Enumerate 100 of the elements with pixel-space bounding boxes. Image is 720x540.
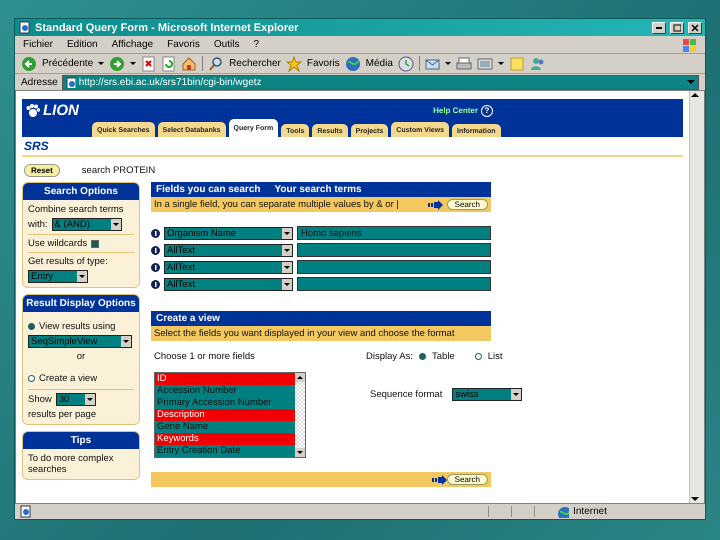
- dropdown-arrow-icon: [282, 246, 291, 254]
- back-icon[interactable]: [21, 56, 37, 72]
- list-option[interactable]: ID: [155, 373, 295, 385]
- radio-button[interactable]: [28, 323, 35, 330]
- scroll-down-icon[interactable]: [295, 448, 305, 457]
- hint-text: Select the fields you want displayed in your view and choose the format: [154, 328, 454, 339]
- close-icon: [691, 24, 699, 32]
- site-logo: LION: [43, 102, 79, 119]
- search-term-field[interactable]: [296, 260, 491, 274]
- caret-icon[interactable]: [130, 61, 136, 66]
- search-label: search PROTEIN: [82, 165, 156, 176]
- star-icon[interactable]: [286, 56, 302, 72]
- field-select[interactable]: AllText: [164, 244, 293, 256]
- favorites-button[interactable]: Favoris: [306, 58, 340, 69]
- caret-icon[interactable]: [98, 61, 104, 66]
- field-select[interactable]: AllText: [164, 278, 293, 290]
- address-field[interactable]: http://srs.ebi.ac.uk/srs71bin/cgi-bin/wgetz: [62, 74, 699, 90]
- scrollbar[interactable]: [689, 91, 704, 503]
- history-icon[interactable]: [398, 56, 414, 72]
- radio-label: Table: [432, 351, 455, 362]
- result-type-label: Get results of type:: [28, 256, 109, 267]
- list-option[interactable]: Primary Accession Number: [155, 397, 295, 409]
- page-icon: [64, 76, 76, 88]
- search-term-field[interactable]: [296, 243, 491, 257]
- refresh-icon[interactable]: [161, 56, 176, 72]
- view-select[interactable]: SeqSimpleView: [28, 335, 132, 348]
- back-button[interactable]: Précédente: [42, 58, 94, 69]
- header-label: Fields you can search: [156, 184, 260, 195]
- radio-label: List: [488, 351, 503, 362]
- dropdown-arrow-icon: [86, 396, 94, 403]
- show-label: Show: [28, 394, 52, 405]
- search-button[interactable]: Rechercher: [229, 58, 281, 69]
- media-button[interactable]: Média: [366, 58, 393, 69]
- list-option[interactable]: Gene Name: [155, 421, 295, 433]
- combine-label: Combine search terms: [28, 204, 125, 215]
- wildcards-label: Use wildcards: [28, 238, 88, 249]
- scroll-down-icon[interactable]: [690, 495, 700, 503]
- caret-icon[interactable]: [498, 61, 504, 66]
- with-label: with:: [28, 219, 48, 230]
- menu-item[interactable]: Favoris: [167, 39, 200, 50]
- list-option[interactable]: Keywords: [155, 433, 295, 445]
- list-option[interactable]: Description: [155, 409, 295, 421]
- arrow-icon: [428, 200, 443, 210]
- paw-icon: [26, 104, 40, 118]
- maximize-button[interactable]: [670, 22, 684, 34]
- list-option[interactable]: Accession Number: [155, 385, 295, 397]
- info-icon[interactable]: [151, 246, 160, 254]
- people-icon[interactable]: [530, 56, 546, 72]
- radio-button[interactable]: [419, 353, 426, 360]
- help-center-link[interactable]: Help Center: [433, 106, 478, 115]
- fields-listbox[interactable]: ID Accession Number Primary Accession Number Description Gene Name Keywords Entry Creation Date: [154, 372, 306, 458]
- menu-item[interactable]: Fichier: [23, 39, 54, 50]
- globe-icon: [557, 506, 570, 518]
- info-icon[interactable]: [151, 228, 160, 238]
- globe-icon[interactable]: [344, 56, 361, 72]
- dropdown-arrow-icon: [282, 230, 291, 236]
- search-button[interactable]: Search: [446, 474, 488, 485]
- search-button[interactable]: Search: [446, 199, 488, 210]
- dropdown-arrow-icon: [512, 391, 520, 398]
- wildcards-checkbox[interactable]: [91, 240, 100, 248]
- search-term-field[interactable]: [296, 277, 491, 291]
- field-select[interactable]: AllText: [164, 260, 293, 274]
- menu-item[interactable]: ?: [253, 39, 260, 50]
- search-term-field[interactable]: Homo sapiens: [296, 226, 491, 240]
- caret-icon[interactable]: [444, 61, 451, 66]
- info-icon[interactable]: [151, 262, 160, 272]
- radio-button[interactable]: [28, 375, 35, 382]
- search-icon[interactable]: [208, 56, 224, 72]
- reset-button[interactable]: Reset: [24, 164, 60, 177]
- menu-item[interactable]: Outils: [214, 39, 240, 50]
- list-option[interactable]: Entry Creation Date: [155, 445, 295, 457]
- minimize-icon: [656, 26, 662, 28]
- header-label: Your search terms: [274, 184, 362, 195]
- combine-select[interactable]: & (AND): [52, 218, 122, 231]
- minimize-button[interactable]: [652, 22, 666, 34]
- result-type-select[interactable]: Entry: [28, 270, 88, 283]
- format-select[interactable]: swiss: [452, 388, 522, 401]
- window-title: Standard Query Form - Microsoft Internet Explorer: [35, 22, 300, 34]
- or-label: or: [76, 351, 86, 362]
- forward-icon[interactable]: [109, 56, 126, 72]
- menu-item[interactable]: Affichage: [112, 39, 154, 50]
- address-label: Adresse: [21, 76, 58, 88]
- per-page-label: results per page: [28, 409, 98, 420]
- results-count-select[interactable]: 30: [56, 393, 96, 406]
- scroll-up-icon[interactable]: [295, 373, 305, 382]
- help-button[interactable]: ?: [481, 104, 493, 116]
- maximize-icon: [673, 24, 681, 32]
- tips-text: To do more complex searches: [28, 453, 115, 475]
- dropdown-arrow-icon: [282, 264, 291, 270]
- radio-button[interactable]: [474, 353, 482, 360]
- field-select[interactable]: Organism Name: [164, 226, 293, 240]
- stop-icon[interactable]: [141, 56, 156, 72]
- arrow-icon: [432, 474, 447, 484]
- home-icon[interactable]: [181, 56, 198, 72]
- printer-icon[interactable]: [456, 56, 472, 72]
- sequence-format-label: Sequence format: [370, 389, 442, 400]
- info-icon[interactable]: [151, 280, 160, 288]
- close-button[interactable]: [688, 22, 702, 34]
- dropdown-arrow-icon: [686, 78, 696, 86]
- menu-item[interactable]: Edition: [67, 39, 98, 50]
